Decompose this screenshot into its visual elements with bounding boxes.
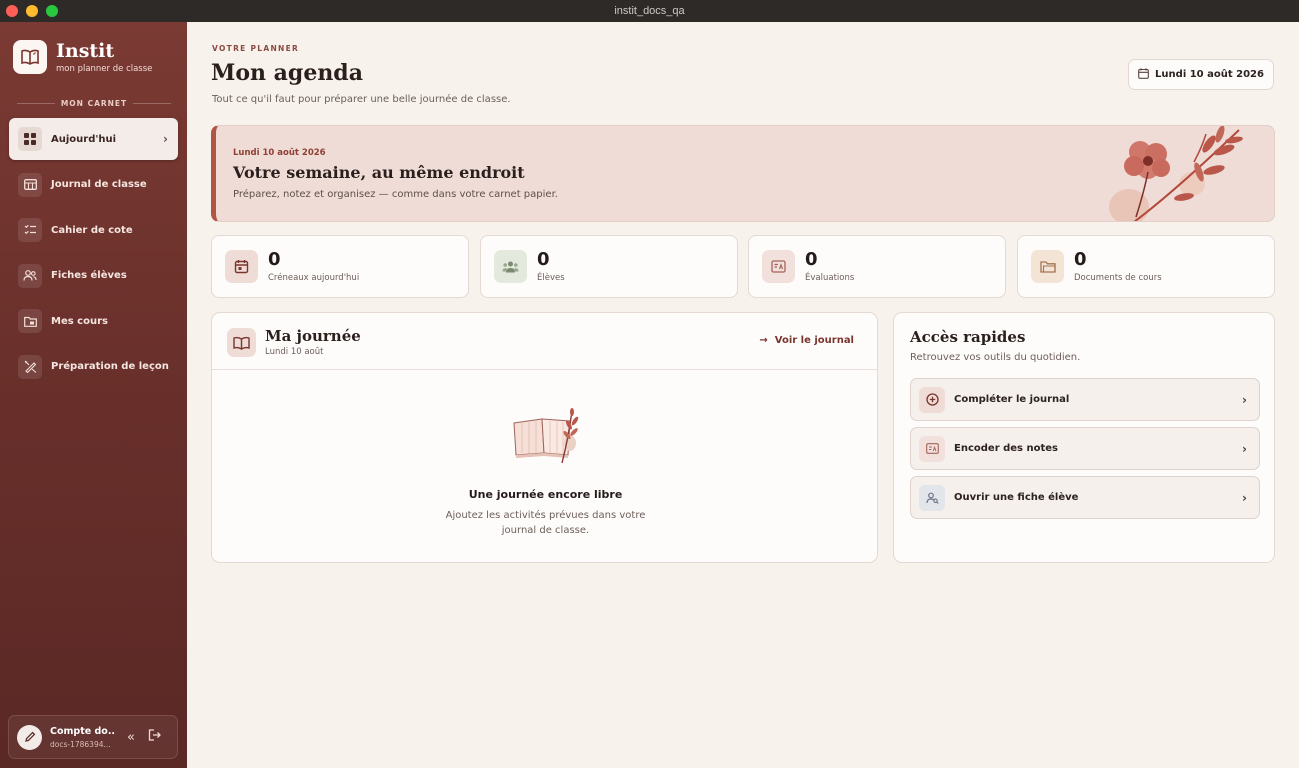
sidebar-nav: Aujourd'hui › Journal de classe Cahier d… bbox=[9, 118, 178, 392]
stat-value: 0 bbox=[537, 248, 550, 270]
calendar-icon bbox=[225, 250, 258, 283]
stat-label: Évaluations bbox=[805, 272, 855, 283]
sidebar-item-fiches[interactable]: Fiches élèves bbox=[9, 255, 178, 297]
open-book-icon bbox=[227, 328, 256, 357]
account-email: docs-1786394... bbox=[50, 739, 111, 749]
logout-icon[interactable] bbox=[146, 729, 162, 745]
sidebar-item-label: Journal de classe bbox=[51, 179, 147, 191]
book-logo-icon bbox=[13, 40, 47, 74]
brand-subtitle: mon planner de classe bbox=[56, 63, 153, 74]
page-eyebrow: VOTRE PLANNER bbox=[212, 44, 300, 53]
close-window-button[interactable] bbox=[6, 5, 18, 17]
sidebar-item-label: Fiches élèves bbox=[51, 270, 127, 282]
stat-value: 0 bbox=[268, 248, 281, 270]
page-subtitle: Tout ce qu'il faut pour préparer une bel… bbox=[212, 94, 511, 105]
sidebar-item-label: Préparation de leçon bbox=[51, 361, 169, 373]
checklist-icon bbox=[18, 218, 42, 243]
minimize-window-button[interactable] bbox=[26, 5, 38, 17]
users-icon bbox=[18, 263, 42, 288]
window-title: instit_docs_qa bbox=[614, 5, 685, 17]
journal-card-title: Ma journée bbox=[265, 327, 361, 345]
stat-label: Élèves bbox=[537, 272, 565, 283]
banner-date: Lundi 10 août 2026 bbox=[233, 148, 326, 158]
folder-icon bbox=[1031, 250, 1064, 283]
stat-card-documents[interactable]: 0 Documents de cours bbox=[1017, 235, 1275, 298]
section-label: MON CARNET bbox=[17, 99, 172, 108]
sidebar-item-cahier[interactable]: Cahier de cote bbox=[9, 209, 178, 251]
stat-value: 0 bbox=[805, 248, 818, 270]
journal-card-date: Lundi 10 août bbox=[265, 347, 324, 357]
chevron-right-icon: › bbox=[163, 132, 168, 146]
chevron-right-icon: › bbox=[1242, 392, 1247, 407]
collapse-sidebar-icon[interactable]: « bbox=[123, 730, 139, 745]
empty-state-text: Ajoutez les activités prévues dans votre… bbox=[445, 510, 646, 536]
window-controls bbox=[6, 5, 58, 17]
pencil-avatar-icon[interactable] bbox=[17, 724, 42, 750]
brand: Instit mon planner de classe bbox=[13, 40, 152, 74]
sidebar-item-aujourdhui[interactable]: Aujourd'hui › bbox=[9, 118, 178, 160]
quick-access-subtitle: Retrouvez vos outils du quotidien. bbox=[910, 352, 1081, 363]
plus-circle-icon bbox=[919, 386, 945, 413]
chevron-right-icon: › bbox=[1242, 490, 1247, 505]
quick-item-label: Encoder des notes bbox=[954, 443, 1058, 454]
banner-title: Votre semaine, au même endroit bbox=[233, 163, 525, 182]
calendar-icon bbox=[1138, 67, 1149, 82]
ouvrir-fiche-eleve-button[interactable]: Ouvrir une fiche élève › bbox=[910, 476, 1260, 519]
grid-icon bbox=[18, 127, 42, 151]
empty-state-title: Une journée encore libre bbox=[468, 488, 623, 501]
sidebar-item-label: Cahier de cote bbox=[51, 224, 133, 236]
sidebar-item-cours[interactable]: Mes cours bbox=[9, 300, 178, 342]
quick-item-label: Ouvrir une fiche élève bbox=[954, 492, 1079, 503]
account-panel: Compte do... docs-1786394... « bbox=[8, 715, 178, 759]
quick-access-title: Accès rapides bbox=[910, 328, 1026, 346]
stat-label: Documents de cours bbox=[1074, 272, 1162, 283]
page-title: Mon agenda bbox=[211, 60, 363, 86]
sidebar-item-preparation[interactable]: Préparation de leçon bbox=[9, 346, 178, 388]
main-content: VOTRE PLANNER Mon agenda Tout ce qu'il f… bbox=[187, 22, 1299, 768]
quick-item-label: Compléter le journal bbox=[954, 394, 1070, 405]
stat-card-eleves[interactable]: 0 Élèves bbox=[480, 235, 738, 298]
journal-card: Ma journée Lundi 10 août → Voir le journ… bbox=[211, 312, 878, 563]
banner-subtitle: Préparez, notez et organisez — comme dan… bbox=[233, 189, 558, 200]
stat-label: Créneaux aujourd'hui bbox=[268, 272, 360, 283]
date-label: Lundi 10 août 2026 bbox=[1155, 69, 1264, 80]
encoder-notes-button[interactable]: Encoder des notes › bbox=[910, 427, 1260, 470]
date-picker-button[interactable]: Lundi 10 août 2026 bbox=[1128, 59, 1274, 90]
title-bar: instit_docs_qa bbox=[0, 0, 1299, 22]
chevron-right-icon: › bbox=[1242, 441, 1247, 456]
sidebar: Instit mon planner de classe MON CARNET … bbox=[0, 22, 187, 768]
quick-access-card: Accès rapides Retrouvez vos outils du qu… bbox=[893, 312, 1275, 563]
flower-illustration-icon bbox=[1109, 126, 1243, 221]
folder-icon bbox=[18, 309, 42, 334]
sidebar-item-journal[interactable]: Journal de classe bbox=[9, 164, 178, 206]
arrow-right-icon: → bbox=[759, 335, 768, 346]
brand-name: Instit bbox=[56, 39, 115, 62]
users-icon bbox=[494, 250, 527, 283]
stat-card-evaluations[interactable]: 0 Évaluations bbox=[748, 235, 1006, 298]
grade-icon bbox=[762, 250, 795, 283]
completer-journal-button[interactable]: Compléter le journal › bbox=[910, 378, 1260, 421]
sidebar-item-label: Mes cours bbox=[51, 315, 108, 327]
pen-ruler-icon bbox=[18, 354, 42, 379]
week-banner: Lundi 10 août 2026 Votre semaine, au mêm… bbox=[211, 125, 1275, 222]
journal-card-header: Ma journée Lundi 10 août → Voir le journ… bbox=[212, 313, 877, 370]
empty-notebook-illustration-icon bbox=[513, 408, 579, 464]
table-icon bbox=[18, 172, 42, 197]
account-name: Compte do... bbox=[50, 725, 116, 737]
voir-journal-link[interactable]: → Voir le journal bbox=[759, 335, 854, 346]
user-search-icon bbox=[919, 484, 945, 511]
stat-value: 0 bbox=[1074, 248, 1087, 270]
zoom-window-button[interactable] bbox=[46, 5, 58, 17]
stat-card-creneaux[interactable]: 0 Créneaux aujourd'hui bbox=[211, 235, 469, 298]
sidebar-item-label: Aujourd'hui bbox=[51, 133, 117, 145]
grade-icon bbox=[919, 435, 945, 462]
